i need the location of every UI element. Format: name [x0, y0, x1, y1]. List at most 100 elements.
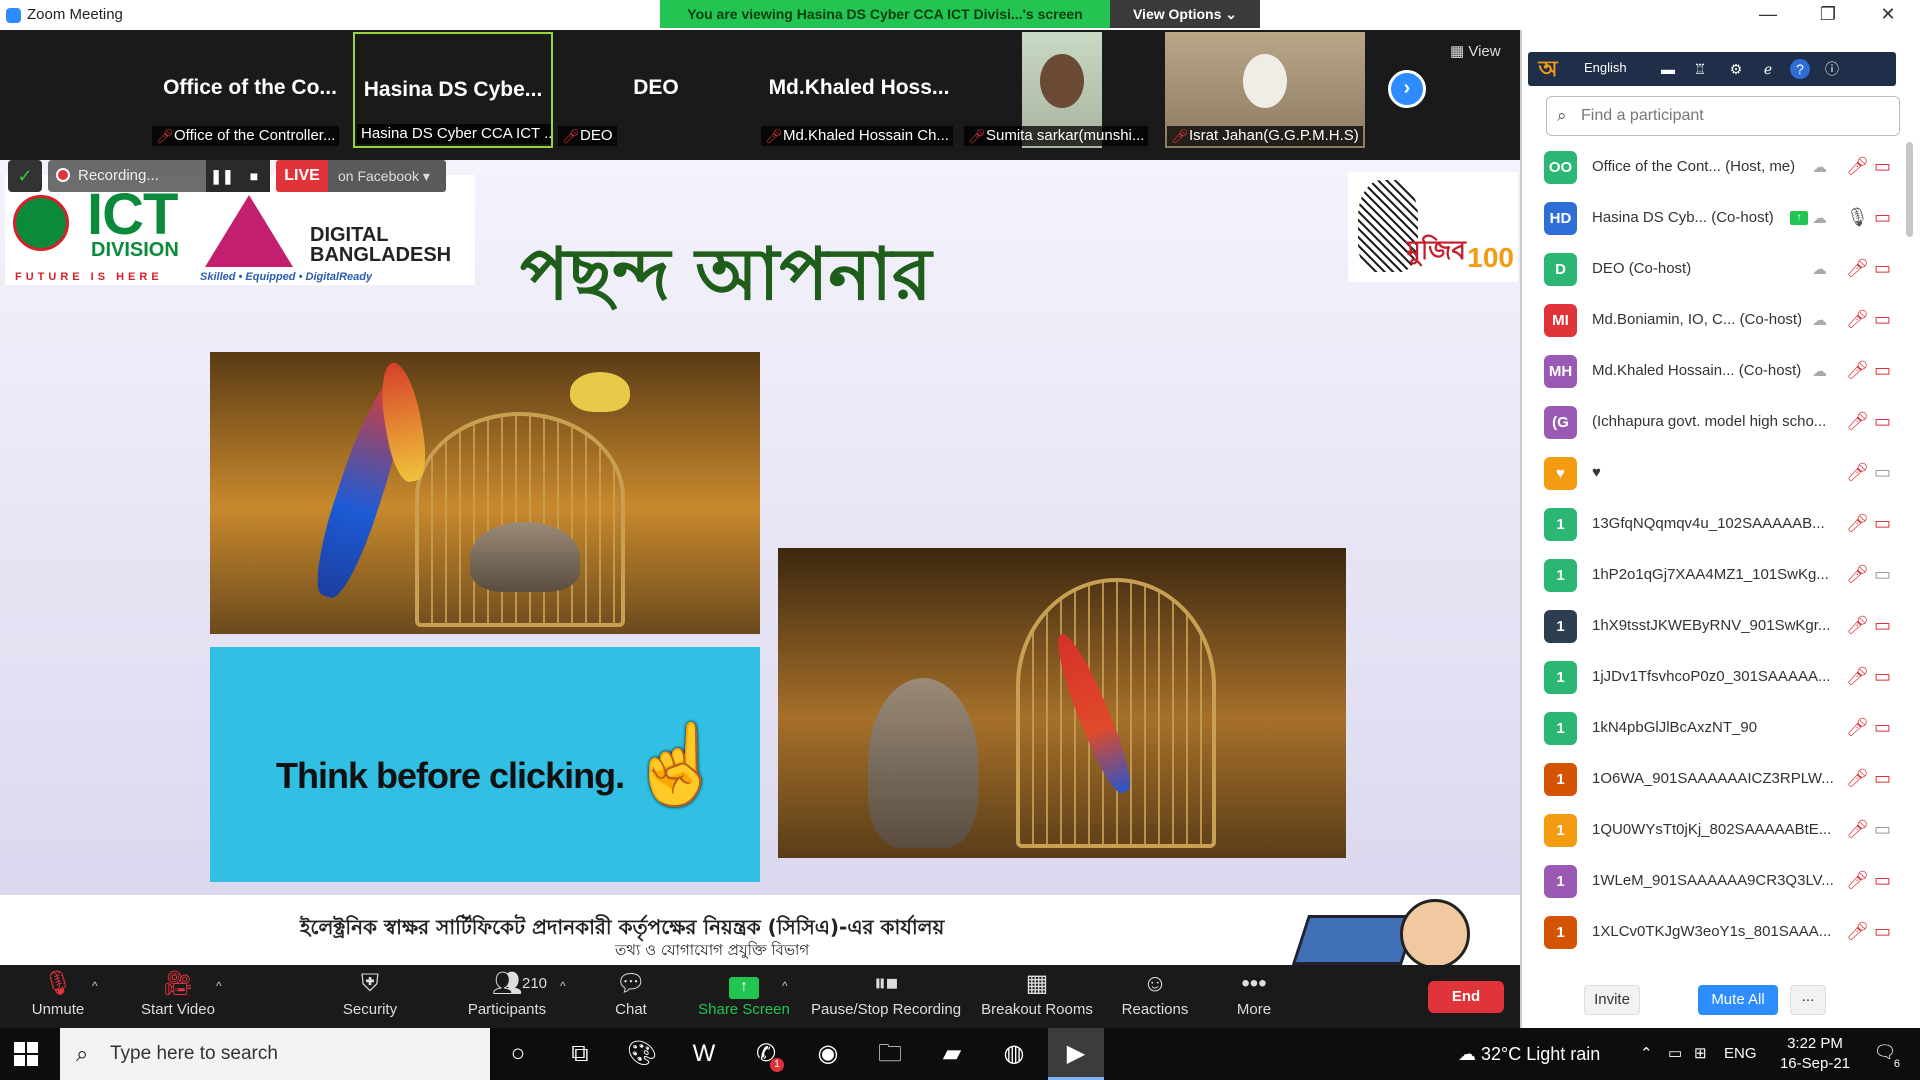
pause-stop-recording-button[interactable]: ⏸︎⏹︎ Pause/Stop Recording	[808, 965, 964, 1028]
minimize-button[interactable]: —	[1740, 0, 1796, 30]
video-icon[interactable]: ▭	[1874, 462, 1891, 483]
video-off-icon[interactable]: ▭	[1874, 768, 1891, 789]
view-options-button[interactable]: View Options ⌄	[1110, 0, 1260, 28]
video-tile[interactable]: Office of the Co... 🎤︎ Office of the Cont…	[150, 32, 350, 148]
input-language[interactable]: ENG	[1724, 1028, 1757, 1080]
video-off-icon[interactable]: ▭	[1874, 666, 1891, 687]
participant-row[interactable]: 1 1WLeM_901SAAAAAA9CR3Q3LV... 🎤︎ ▭	[1522, 856, 1912, 907]
video-off-icon[interactable]: ▭	[1874, 360, 1891, 381]
chrome-icon[interactable]: ◉	[800, 1028, 856, 1080]
participant-list-scrollbar[interactable]	[1906, 142, 1913, 237]
mic-muted-icon[interactable]: 🎤︎	[1846, 258, 1869, 279]
video-off-icon[interactable]: ▭	[1874, 513, 1891, 534]
participant-row[interactable]: ♥ ♥ 🎤︎ ▭	[1522, 448, 1912, 499]
notes-icon[interactable]: ▰	[924, 1028, 980, 1080]
close-button[interactable]: ✕	[1860, 0, 1916, 30]
breakout-rooms-button[interactable]: ▦ Breakout Rooms	[978, 965, 1096, 1028]
start-video-button[interactable]: 🎥︎ Start Video	[130, 965, 226, 1028]
view-button[interactable]: ▦ View	[1450, 42, 1501, 60]
video-icon[interactable]: ▭	[1874, 819, 1891, 840]
participant-row[interactable]: HD Hasina DS Cyb... (Co-host) ↑ ☁ 🎙︎ ▭	[1522, 193, 1912, 244]
chat-button[interactable]: 💬︎ Chat	[606, 965, 656, 1028]
video-tile-active-speaker[interactable]: Hasina DS Cybe... Hasina DS Cyber CCA IC…	[353, 32, 553, 148]
participants-caret[interactable]: ^	[560, 979, 566, 993]
mic-muted-icon[interactable]: 🎤︎	[1846, 309, 1869, 330]
participant-row[interactable]: 1 1kN4pbGlJlBcAxzNT_90 🎤︎ ▭	[1522, 703, 1912, 754]
participant-row[interactable]: 1 1hX9tsstJKWEByRNV_901SwKgr... 🎤︎ ▭	[1522, 601, 1912, 652]
participant-row[interactable]: MH Md.Khaled Hossain... (Co-host) ☁ 🎤︎ ▭	[1522, 346, 1912, 397]
participant-row[interactable]: 1 13GfqNQqmqv4u_102SAAAAAB... 🎤︎ ▭	[1522, 499, 1912, 550]
participant-row[interactable]: MI Md.Boniamin, IO, C... (Co-host) ☁ 🎤︎ ▭	[1522, 295, 1912, 346]
battery-icon[interactable]: ▭	[1668, 1028, 1682, 1080]
audio-options-caret[interactable]: ^	[92, 979, 98, 993]
security-button[interactable]: ⛨ Security	[330, 965, 410, 1028]
mic-muted-icon[interactable]: 🎤︎	[1846, 156, 1869, 177]
mic-muted-icon[interactable]: 🎤︎	[1846, 360, 1869, 381]
pause-recording-button[interactable]: ❚❚	[206, 160, 238, 192]
video-off-icon[interactable]: ▭	[1874, 207, 1891, 228]
video-tile[interactable]: Md.Khaled Hoss... 🎤︎ Md.Khaled Hossain Ch…	[759, 32, 959, 148]
mic-muted-icon[interactable]: 🎤︎	[1846, 768, 1869, 789]
info-icon[interactable]: ⓘ	[1822, 59, 1842, 79]
browser-icon[interactable]: ℯ	[1758, 59, 1778, 79]
participant-row[interactable]: 1 1QU0WYsTt0jKj_802SAAAAABtE... 🎤︎ ▭	[1522, 805, 1912, 856]
participant-row[interactable]: 1 1XLCv0TKJgW3eoY1s_801SAAA... 🎤︎ ▭	[1522, 907, 1912, 958]
video-off-icon[interactable]: ▭	[1874, 258, 1891, 279]
bijoy-language[interactable]: English	[1584, 60, 1627, 75]
word-icon[interactable]: W	[676, 1028, 732, 1080]
find-participant-input[interactable]: ⌕ Find a participant	[1546, 96, 1900, 136]
mic-muted-icon[interactable]: 🎤︎	[1846, 462, 1869, 483]
trophy-icon[interactable]: ♖	[1690, 59, 1710, 79]
mic-muted-icon[interactable]: 🎤︎	[1846, 870, 1869, 891]
notification-center-icon[interactable]: 🗨︎ 6	[1870, 1042, 1900, 1070]
video-off-icon[interactable]: ▭	[1874, 411, 1891, 432]
keyboard-icon[interactable]: ▬	[1658, 59, 1678, 79]
video-tile[interactable]: 🎤︎ Israt Jahan(G.G.P.M.H.S)	[1165, 32, 1365, 148]
video-options-caret[interactable]: ^	[216, 979, 222, 993]
video-off-icon[interactable]: ▭	[1874, 156, 1891, 177]
video-off-icon[interactable]: ▭	[1874, 717, 1891, 738]
cortana-icon[interactable]: ○	[490, 1028, 546, 1080]
participant-row[interactable]: OO Office of the Cont... (Host, me) ☁ 🎤︎ ▭	[1522, 142, 1912, 193]
video-off-icon[interactable]: ▭	[1874, 309, 1891, 330]
participant-row[interactable]: D DEO (Co-host) ☁ 🎤︎ ▭	[1522, 244, 1912, 295]
mic-muted-icon[interactable]: 🎤︎	[1846, 615, 1869, 636]
mic-muted-icon[interactable]: 🎤︎	[1846, 411, 1869, 432]
video-off-icon[interactable]: ▭	[1874, 870, 1891, 891]
video-tile[interactable]: DEO 🎤︎ DEO	[556, 32, 756, 148]
video-off-icon[interactable]: ▭	[1874, 921, 1891, 942]
live-platform-dropdown[interactable]: on Facebook ▾	[328, 160, 446, 192]
participant-row[interactable]: 1 1jJDv1TfsvhcoP0z0_301SAAAAA... 🎤︎ ▭	[1522, 652, 1912, 703]
share-screen-button[interactable]: ↑ Share Screen	[694, 965, 794, 1028]
gallery-next-button[interactable]: ›	[1388, 70, 1426, 108]
firefox-icon[interactable]: ◍	[986, 1028, 1042, 1080]
settings-icon[interactable]: ⚙	[1726, 59, 1746, 79]
reactions-button[interactable]: ☺︎ Reactions	[1114, 965, 1196, 1028]
stop-recording-button[interactable]: ■	[238, 160, 270, 192]
participant-row[interactable]: 1 1hP2o1qGj7XAA4MZ1_101SwKg... 🎤︎ ▭	[1522, 550, 1912, 601]
video-icon[interactable]: ▭	[1874, 564, 1891, 585]
clock[interactable]: 3:22 PM 16-Sep-21	[1770, 1034, 1860, 1074]
invite-button[interactable]: Invite	[1584, 985, 1640, 1015]
file-explorer-icon[interactable]: 🗀	[862, 1028, 918, 1080]
paint-icon[interactable]: 🎨︎	[614, 1028, 670, 1080]
panel-more-button[interactable]: ...	[1790, 985, 1826, 1015]
taskbar-search-input[interactable]: ⌕ Type here to search	[60, 1028, 490, 1080]
mic-muted-icon[interactable]: 🎤︎	[1846, 921, 1869, 942]
mic-muted-icon[interactable]: 🎤︎	[1846, 666, 1869, 687]
mic-icon[interactable]: 🎙︎	[1846, 207, 1869, 228]
task-view-icon[interactable]: ⧉	[552, 1028, 608, 1080]
participant-row[interactable]: (G (Ichhapura govt. model high scho... 🎤︎…	[1522, 397, 1912, 448]
participant-row[interactable]: 1 1O6WA_901SAAAAAAICZ3RPLW... 🎤︎ ▭	[1522, 754, 1912, 805]
more-button[interactable]: ••• More	[1226, 965, 1282, 1028]
network-icon[interactable]: ⊞	[1694, 1028, 1707, 1080]
whatsapp-icon[interactable]: ✆ 1	[738, 1028, 794, 1080]
unmute-button[interactable]: 🎙︎ Unmute	[20, 965, 96, 1028]
mic-muted-icon[interactable]: 🎤︎	[1846, 513, 1869, 534]
share-options-caret[interactable]: ^	[782, 979, 788, 993]
weather-widget[interactable]: ☁︎ 32°C Light rain	[1458, 1028, 1600, 1080]
windows-start-icon[interactable]	[14, 1042, 38, 1066]
mic-muted-icon[interactable]: 🎤︎	[1846, 564, 1869, 585]
mute-all-button[interactable]: Mute All	[1698, 985, 1778, 1015]
mic-muted-icon[interactable]: 🎤︎	[1846, 819, 1869, 840]
